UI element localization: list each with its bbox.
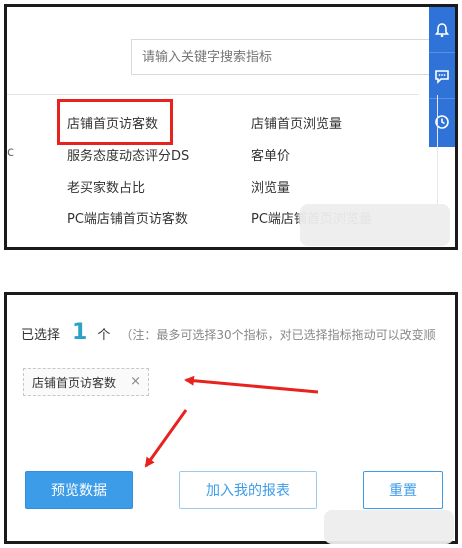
preview-data-button[interactable]: 预览数据 [25,471,133,509]
blur-mask [300,204,450,246]
metric-option[interactable]: 客单价 [251,145,290,164]
add-to-report-button[interactable]: 加入我的报表 [179,471,317,509]
divider [7,94,419,95]
highlight-box [57,99,173,145]
reset-button[interactable]: 重置 [363,471,443,509]
metric-option[interactable]: 店铺首页浏览量 [251,113,342,132]
close-icon[interactable]: × [130,374,141,389]
metric-option[interactable]: 浏览量 [251,177,290,196]
blur-mask [324,510,454,544]
search-input[interactable] [131,39,431,75]
chat-icon [435,69,449,84]
selection-note: （注：最多可选择30个指标，对已选择指标拖动可以改变顺 [120,328,436,342]
bell-icon [434,22,450,37]
chat-button[interactable] [429,53,455,99]
selection-panel: 已选择 1 个 （注：最多可选择30个指标，对已选择指标拖动可以改变顺 店铺首页… [4,292,458,544]
metric-option[interactable]: 老买家数占比 [67,177,145,196]
tag-label: 店铺首页访客数 [32,375,117,390]
selection-summary: 已选择 1 个 （注：最多可选择30个指标，对已选择指标拖动可以改变顺 [21,320,436,345]
count-unit: 个 [97,328,111,343]
clock-button[interactable] [429,99,455,145]
metric-option[interactable]: 服务态度动态评分DS [67,145,189,164]
selected-count: 1 [72,320,88,345]
selected-label: 已选择 [21,328,61,343]
selected-metric-tag[interactable]: 店铺首页访客数 × [23,368,149,396]
clipped-text: c [7,145,15,160]
bell-button[interactable] [429,7,455,53]
side-toolbar [429,7,455,147]
metric-option[interactable]: PC端店铺首页访客数 [67,208,188,227]
